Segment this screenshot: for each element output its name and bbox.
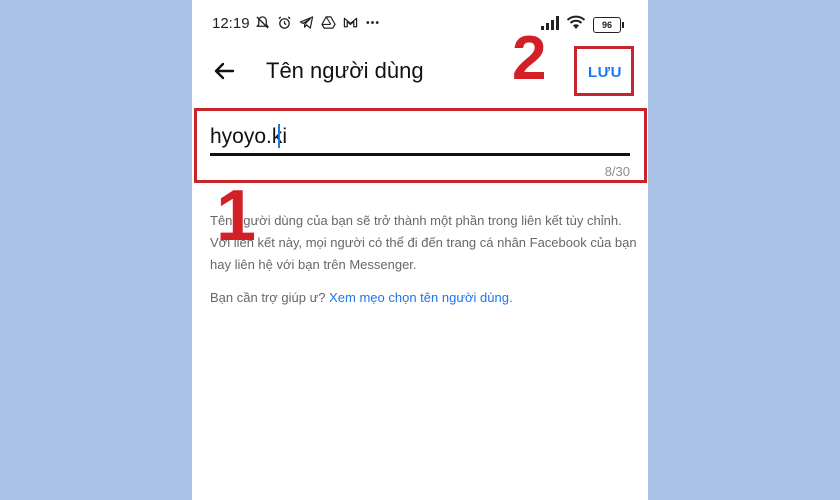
gmail-icon: [342, 14, 358, 30]
telegram-icon: [298, 14, 314, 30]
step-1-annotation: 1: [216, 176, 257, 256]
save-button[interactable]: LƯU: [575, 48, 635, 97]
back-button[interactable]: [208, 57, 240, 89]
character-counter: 8/30: [604, 164, 630, 179]
username-input[interactable]: [210, 122, 628, 152]
alarm-icon: [276, 14, 292, 30]
input-underline: [210, 153, 630, 156]
status-time: 12:19: [212, 15, 250, 32]
battery-level: 96: [593, 17, 621, 33]
drive-icon: [320, 14, 336, 30]
arrow-left-icon: [212, 59, 236, 88]
step-2-annotation: 2: [512, 24, 547, 93]
username-description: Tên người dùng của bạn sẽ trở thành một …: [210, 213, 637, 272]
text-cursor: [278, 124, 280, 148]
status-bar: 12:19 96: [192, 0, 648, 48]
username-tips-link[interactable]: Xem mẹo chọn tên người dùng: [329, 290, 509, 305]
phone-screen: 12:19 96 Tên người dùng 2 LƯU hyoyo.ki 8…: [192, 0, 648, 500]
battery-icon: 96: [593, 17, 624, 33]
status-notification-icons: [254, 14, 380, 30]
page-title: Tên người dùng: [266, 58, 424, 83]
muted-bell-icon: [254, 14, 270, 30]
status-system-icons: 96: [541, 15, 624, 35]
help-suffix: .: [508, 290, 513, 305]
more-dots-icon: [364, 14, 380, 30]
help-text: Bạn cần trợ giúp ư? Xem mẹo chọn tên ngư…: [210, 290, 513, 305]
wifi-icon: [566, 15, 586, 35]
help-prefix: Bạn cần trợ giúp ư?: [210, 290, 330, 305]
